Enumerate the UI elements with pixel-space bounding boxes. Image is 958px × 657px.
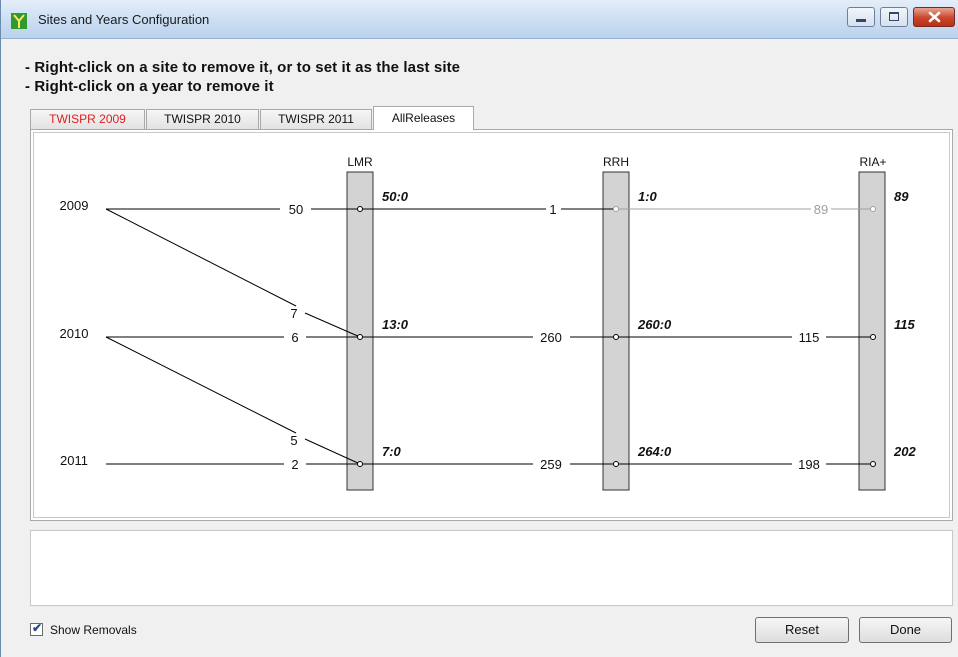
done-button[interactable]: Done <box>859 617 952 643</box>
node-lmr-row3[interactable] <box>357 461 363 467</box>
node-rrh-row2[interactable] <box>613 334 619 340</box>
node-rrh-row1[interactable] <box>613 206 619 212</box>
edge-2009-to-2010-left <box>105 208 297 307</box>
title-bar: Sites and Years Configuration <box>1 0 958 39</box>
tab-twispr-2011[interactable]: TWISPR 2011 <box>260 109 372 129</box>
tab-twispr-2009[interactable]: TWISPR 2009 <box>30 109 145 129</box>
count-2009-to-2010: 7 <box>290 306 297 321</box>
count-lmr-rrh-row3: 259 <box>540 457 562 472</box>
site-bar-lmr[interactable] <box>346 171 374 491</box>
tab-allreleases[interactable]: AllReleases <box>373 106 474 130</box>
minimize-icon <box>856 19 866 22</box>
reset-button[interactable]: Reset <box>755 617 849 643</box>
app-tree-icon <box>11 13 27 29</box>
show-removals-checkbox[interactable]: ✔ <box>30 621 43 636</box>
year-label-2010[interactable]: 2010 <box>60 326 89 341</box>
node-lmr-row2[interactable] <box>357 334 363 340</box>
release-graph: LMR RRH RIA+ 2009 2010 2011 50 6 2 7 5 1… <box>60 155 916 491</box>
instruction-remove-year: - Right-click on a year to remove it <box>25 78 274 95</box>
count-rrh-ria-row2: 115 <box>799 330 820 345</box>
count-2010-to-2011: 5 <box>290 433 297 448</box>
count-lmr-rrh-row1: 1 <box>549 202 556 217</box>
year-label-2011[interactable]: 2011 <box>60 453 88 468</box>
checkmark-icon: ✔ <box>32 621 43 635</box>
site-label-lmr[interactable]: LMR <box>347 155 373 169</box>
maximize-icon <box>889 12 899 21</box>
node-lmr-row1[interactable] <box>357 206 363 212</box>
rrh-row2-label: 260:0 <box>637 317 672 332</box>
maximize-button[interactable] <box>880 7 908 27</box>
close-icon <box>928 11 941 23</box>
window-title: Sites and Years Configuration <box>38 12 210 27</box>
node-rrh-row3[interactable] <box>613 461 619 467</box>
rrh-row3-label: 264:0 <box>637 444 672 459</box>
site-label-rrh[interactable]: RRH <box>603 155 629 169</box>
release-graph-frame: LMR RRH RIA+ 2009 2010 2011 50 6 2 7 5 1… <box>33 132 950 518</box>
edge-2010-to-2011-left <box>105 336 297 434</box>
lmr-row3-label: 7:0 <box>382 444 402 459</box>
site-label-ria-plus[interactable]: RIA+ <box>859 155 886 169</box>
config-window: Sites and Years Configuration - Right-cl… <box>0 0 958 657</box>
count-2010-lmr: 6 <box>291 330 298 345</box>
count-2009-lmr: 50 <box>289 202 303 217</box>
year-label-2009[interactable]: 2009 <box>60 198 89 213</box>
message-area[interactable] <box>30 530 953 606</box>
lmr-row2-label: 13:0 <box>382 317 409 332</box>
count-lmr-rrh-row2: 260 <box>540 330 562 345</box>
count-rrh-ria-row1: 89 <box>814 202 828 217</box>
ria-row1-label: 89 <box>894 189 909 204</box>
site-bar-rrh[interactable] <box>602 171 630 491</box>
ria-row3-label: 202 <box>893 444 916 459</box>
node-ria-row2[interactable] <box>870 334 876 340</box>
tab-twispr-2010[interactable]: TWISPR 2010 <box>146 109 259 129</box>
minimize-button[interactable] <box>847 7 875 27</box>
close-button[interactable] <box>913 7 955 27</box>
count-2011-lmr: 2 <box>291 457 298 472</box>
count-rrh-ria-row3: 198 <box>798 457 820 472</box>
tab-panel-allreleases: LMR RRH RIA+ 2009 2010 2011 50 6 2 7 5 1… <box>30 129 953 521</box>
ria-row2-label: 115 <box>894 317 915 332</box>
rrh-row1-label: 1:0 <box>638 189 658 204</box>
node-ria-row1[interactable] <box>870 206 876 212</box>
lmr-row1-label: 50:0 <box>382 189 409 204</box>
instruction-remove-site: - Right-click on a site to remove it, or… <box>25 59 461 76</box>
site-bar-ria-plus[interactable] <box>858 171 886 491</box>
show-removals-label[interactable]: Show Removals <box>50 623 137 637</box>
node-ria-row3[interactable] <box>870 461 876 467</box>
